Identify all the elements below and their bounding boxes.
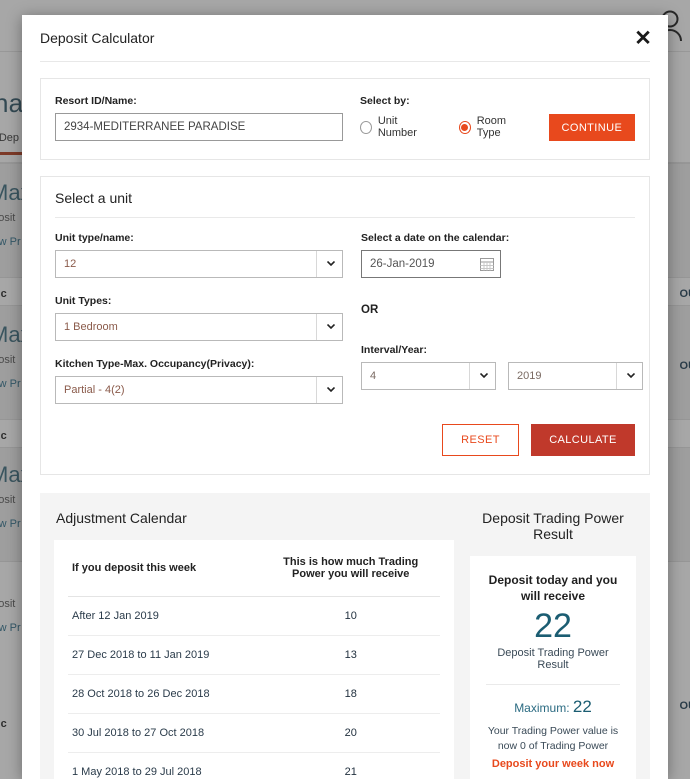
- cell-period: After 12 Jan 2019: [68, 596, 262, 636]
- result-card: Deposit today and you will receive 22 De…: [470, 556, 636, 779]
- result-value: 22: [534, 607, 572, 646]
- resort-field: Resort ID/Name:: [55, 95, 343, 141]
- select-unit-section: Select a unit Unit type/name: 12 Unit Ty…: [40, 176, 650, 475]
- select-divider: [469, 363, 470, 389]
- result-maximum-label: Maximum:: [514, 700, 570, 715]
- chevron-down-icon: [327, 261, 335, 266]
- table-header-row: If you deposit this week This is how muc…: [68, 540, 440, 597]
- chevron-down-icon: [627, 373, 635, 378]
- cell-power: 20: [261, 713, 440, 753]
- radio-room-type[interactable]: Room Type: [458, 115, 527, 139]
- modal-header: Deposit Calculator ✕: [22, 15, 668, 61]
- unit-type-name-select[interactable]: 12: [55, 250, 343, 278]
- resort-label: Resort ID/Name:: [55, 95, 137, 107]
- cell-power: 18: [261, 674, 440, 714]
- modal-title: Deposit Calculator: [40, 30, 155, 46]
- cell-power: 10: [261, 596, 440, 636]
- or-separator: OR: [361, 304, 379, 316]
- radio-unit-number[interactable]: Unit Number: [360, 115, 433, 139]
- unit-types-label: Unit Types:: [55, 295, 112, 307]
- table-row: 30 Jul 2018 to 27 Oct 2018 20: [68, 713, 440, 753]
- table-row: After 12 Jan 2019 10: [68, 596, 440, 636]
- cell-power: 13: [261, 635, 440, 675]
- radio-icon-unit-number: [360, 120, 372, 134]
- calendar-date-label: Select a date on the calendar:: [361, 232, 510, 244]
- chevron-down-icon: [480, 373, 488, 378]
- table-body: After 12 Jan 2019 10 27 Dec 2018 to 11 J…: [68, 596, 440, 779]
- year-select[interactable]: 2019: [508, 362, 643, 390]
- select-by-field: Select by: Unit Number Room Type: [360, 95, 527, 141]
- result-divider: [486, 683, 620, 685]
- year-value: 2019: [508, 362, 643, 390]
- result-title: Deposit Trading Power Result: [482, 510, 624, 542]
- resort-input[interactable]: [55, 113, 343, 141]
- calendar-icon[interactable]: [480, 257, 494, 271]
- interval-value: 4: [361, 362, 496, 390]
- cell-period: 27 Dec 2018 to 11 Jan 2019: [68, 635, 262, 675]
- interval-year-label: Interval/Year:: [361, 344, 427, 356]
- adjustment-calendar-table: If you deposit this week This is how muc…: [68, 540, 440, 779]
- table-row: 28 Oct 2018 to 26 Dec 2018 18: [68, 674, 440, 714]
- unit-types-value: 1 Bedroom: [55, 313, 343, 341]
- reset-button[interactable]: RESET: [442, 424, 519, 456]
- select-by-label: Select by:: [360, 95, 410, 107]
- deposit-now-link[interactable]: Deposit your week now: [482, 758, 624, 770]
- resort-section: Resort ID/Name: Select by: Unit Number R…: [40, 78, 650, 160]
- cell-period: 30 Jul 2018 to 27 Oct 2018: [68, 713, 262, 753]
- unit-types-select[interactable]: 1 Bedroom: [55, 313, 343, 341]
- table-row: 27 Dec 2018 to 11 Jan 2019 13: [68, 635, 440, 675]
- select-divider: [316, 377, 317, 403]
- select-divider: [316, 314, 317, 340]
- close-icon[interactable]: ✕: [632, 27, 654, 49]
- cell-power: 21: [261, 752, 440, 779]
- result-maximum: Maximum: 22: [482, 697, 624, 717]
- unit-type-name-value: 12: [55, 250, 343, 278]
- select-unit-title: Select a unit: [55, 190, 133, 206]
- cell-period: 28 Oct 2018 to 26 Dec 2018: [68, 674, 262, 714]
- adjustment-calendar-title: Adjustment Calendar: [56, 510, 187, 526]
- kitchen-type-select[interactable]: Partial - 4(2): [55, 376, 343, 404]
- radio-label-unit-number: Unit Number: [377, 115, 417, 139]
- results-section: Adjustment Calendar If you deposit this …: [40, 493, 650, 779]
- cell-period: 1 May 2018 to 29 Jul 2018: [68, 752, 262, 779]
- kitchen-type-value: Partial - 4(2): [55, 376, 343, 404]
- deposit-calculator-modal: Deposit Calculator ✕ Resort ID/Name: Sel…: [22, 15, 668, 779]
- trading-power-result: Deposit Trading Power Result Deposit tod…: [470, 507, 636, 779]
- calendar-date-field[interactable]: [361, 250, 501, 278]
- adjustment-calendar: Adjustment Calendar If you deposit this …: [54, 507, 454, 779]
- column-header-period: If you deposit this week: [68, 540, 262, 597]
- result-lead: Deposit today and you will receive: [488, 573, 618, 604]
- calculate-button[interactable]: CALCULATE: [531, 424, 635, 456]
- chevron-down-icon: [327, 324, 335, 329]
- radio-icon-room-type: [458, 120, 471, 134]
- header-divider: [40, 61, 650, 62]
- table-row: 1 May 2018 to 29 Jul 2018 21: [68, 752, 440, 779]
- result-note: Your Trading Power value is now 0 of Tra…: [487, 724, 619, 752]
- interval-select[interactable]: 4: [361, 362, 496, 390]
- result-maximum-value: 22: [572, 696, 592, 716]
- kitchen-type-label: Kitchen Type-Max. Occupancy(Privacy):: [55, 358, 255, 370]
- chevron-down-icon: [327, 387, 335, 392]
- radio-label-room-type: Room Type: [476, 115, 507, 139]
- modal-body: Resort ID/Name: Select by: Unit Number R…: [22, 78, 668, 779]
- select-divider: [616, 363, 617, 389]
- result-caption: Deposit Trading Power Result: [497, 646, 609, 671]
- unit-type-name-label: Unit type/name:: [55, 232, 134, 244]
- select-divider: [316, 251, 317, 277]
- continue-button[interactable]: CONTINUE: [548, 114, 635, 141]
- column-header-power: This is how much Trading Power you will …: [261, 540, 440, 597]
